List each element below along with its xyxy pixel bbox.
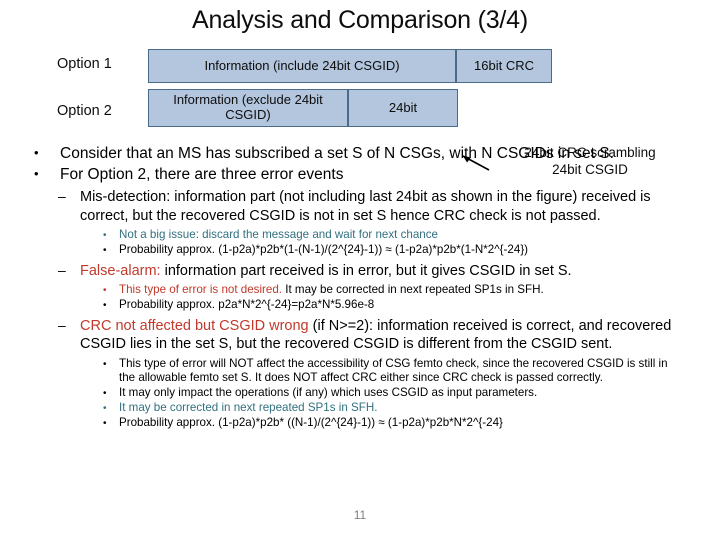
bullet-dot-icon: •	[103, 244, 107, 256]
page-title: Analysis and Comparison (3/4)	[191, 6, 529, 34]
option1-label: Option 1	[57, 56, 112, 72]
sub-bullet-item: • This type of error is not desired. It …	[103, 283, 720, 298]
option1-crc-box: 16bit CRC	[456, 49, 552, 83]
sub-bullet-text: Not a big issue: discard the message and…	[119, 227, 439, 241]
sub-bullet-formula: Probability approx. (1-p2a)*p2b* ((N-1)/…	[119, 416, 503, 430]
option2-24bit-box: 24bit	[348, 89, 458, 127]
error-event-text: Mis-detection: information part (not inc…	[80, 188, 698, 225]
sub-bullet-formula: Probability approx. (1-p2a)*p2b*(1-(N-1)…	[119, 242, 529, 256]
error-event-false-alarm: – False-alarm: information part received…	[58, 262, 720, 280]
sub-bullet-item: • It may only impact the operations (if …	[103, 386, 720, 401]
sub-bullet-text: This type of error will NOT affect the a…	[119, 356, 668, 385]
sub-bullet-text: It may only impact the operations (if an…	[119, 386, 538, 400]
error-event-crc-wrong: – CRC not affected but CSGID wrong (if N…	[58, 317, 720, 354]
sub-bullet-text: This type of error is not desired. It ma…	[119, 283, 680, 298]
sub-bullet-highlight: This type of error is not desired.	[119, 283, 283, 297]
bullet-dash-icon: –	[58, 261, 66, 278]
bullet-dot-icon: •	[103, 229, 107, 241]
slide-body: • Consider that an MS has subscribed a s…	[0, 144, 720, 431]
sub-bullet-highlight: It may be corrected	[119, 401, 219, 415]
bullet-dash-icon: –	[58, 188, 66, 205]
sub-bullet-formula: Probability approx. p2a*N*2^{-24}=p2a*N*…	[119, 298, 375, 312]
bullet-item: • Consider that an MS has subscribed a s…	[30, 144, 720, 164]
option2-information-box: Information (exclude 24bit CSGID)	[148, 89, 348, 127]
sub-bullet-item: • This type of error will NOT affect the…	[103, 357, 720, 386]
protocol-frame-diagram: Option 1 Information (include 24bit CSGI…	[0, 44, 720, 177]
bullet-dot-icon: •	[103, 300, 107, 312]
error-event-heading: False-alarm:	[80, 262, 161, 279]
sub-bullet-text: It may be corrected in next repeated SP1…	[119, 401, 680, 416]
error-event-text: False-alarm: information part received i…	[80, 262, 698, 280]
bullet-dot-icon: •	[103, 418, 107, 430]
sub-bullet-item: • Probability approx. (1-p2a)*p2b* ((N-1…	[103, 416, 720, 431]
page-number: 11	[353, 508, 367, 522]
bullet-text: Consider that an MS has subscribed a set…	[60, 145, 614, 162]
error-event-body: information part received is in error, b…	[160, 262, 572, 279]
option2-label: Option 2	[57, 103, 112, 119]
error-event-heading: CRC not affected but CSGID wrong	[80, 318, 309, 335]
bullet-text: For Option 2, there are three error even…	[60, 166, 344, 184]
sub-bullet-rest: It may be corrected in next repeated SP1…	[282, 283, 544, 297]
bullet-dot-icon: •	[103, 285, 107, 297]
sub-bullet-item: • It may be corrected in next repeated S…	[103, 401, 720, 416]
bullet-item: • For Option 2, there are three error ev…	[30, 165, 720, 185]
sub-bullet-item: • Not a big issue: discard the message a…	[103, 228, 720, 243]
bullet-dot-icon: •	[103, 403, 107, 415]
error-event-text: CRC not affected but CSGID wrong (if N>=…	[80, 317, 698, 354]
error-event-heading: Mis-detection:	[80, 189, 171, 206]
option1-information-box: Information (include 24bit CSGID)	[148, 49, 456, 83]
error-event-mis-detection: – Mis-detection: information part (not i…	[58, 188, 720, 225]
bullet-dot-icon: •	[34, 166, 39, 182]
bullet-dot-icon: •	[34, 145, 39, 160]
sub-bullet-item: • Probability approx. (1-p2a)*p2b*(1-(N-…	[103, 243, 720, 258]
bullet-dash-icon: –	[58, 317, 66, 334]
bullet-dot-icon: •	[103, 388, 107, 400]
sub-bullet-rest: in next repeated SP1s in SFH.	[218, 401, 378, 415]
sub-bullet-item: • Probability approx. p2a*N*2^{-24}=p2a*…	[103, 298, 720, 313]
bullet-dot-icon: •	[103, 358, 107, 370]
